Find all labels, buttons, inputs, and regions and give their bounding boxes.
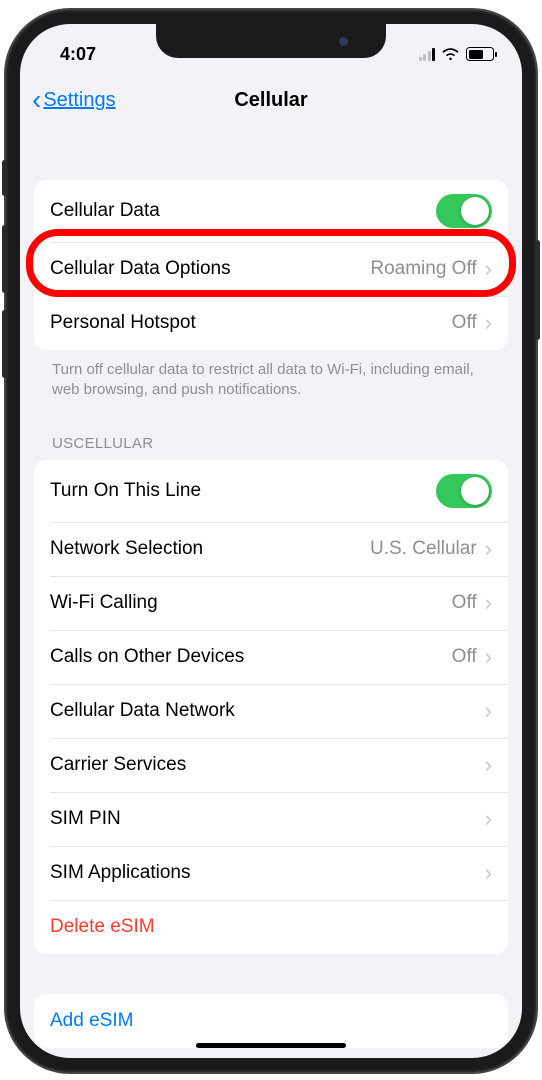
row-label: Cellular Data Options: [50, 258, 370, 280]
back-label: Settings: [43, 89, 115, 112]
row-label: Wi-Fi Calling: [50, 592, 452, 614]
signal-icon: [419, 48, 436, 61]
group-header: USCELLULAR: [34, 405, 508, 460]
chevron-right-icon: ›: [485, 538, 492, 560]
chevron-right-icon: ›: [485, 754, 492, 776]
row-detail: Off: [452, 592, 477, 614]
group-carrier: Turn On This Line Network Selection U.S.…: [34, 460, 508, 954]
row-detail: U.S. Cellular: [370, 538, 477, 560]
chevron-right-icon: ›: [485, 592, 492, 614]
home-indicator[interactable]: [196, 1043, 346, 1048]
chevron-left-icon: ‹: [32, 86, 41, 114]
wifi-icon: [441, 47, 460, 61]
row-label: Personal Hotspot: [50, 312, 452, 334]
group-cellular: Cellular Data Cellular Data Options Roam…: [34, 180, 508, 350]
page-title: Cellular: [234, 89, 307, 112]
row-label: Cellular Data: [50, 200, 436, 222]
row-label: SIM Applications: [50, 862, 485, 884]
status-time: 4:07: [60, 44, 96, 65]
row-add-esim[interactable]: Add eSIM: [34, 994, 508, 1048]
chevron-right-icon: ›: [485, 312, 492, 334]
battery-icon: [466, 47, 494, 61]
row-label: Turn On This Line: [50, 480, 436, 502]
chevron-right-icon: ›: [485, 258, 492, 280]
device-frame: 4:07 ‹ Settings Cellular Cellular Dat: [6, 10, 536, 1072]
row-cellular-data-options[interactable]: Cellular Data Options Roaming Off ›: [34, 242, 508, 296]
row-delete-esim[interactable]: Delete eSIM: [34, 900, 508, 954]
row-label: Carrier Services: [50, 754, 485, 776]
row-label: Cellular Data Network: [50, 700, 485, 722]
chevron-right-icon: ›: [485, 700, 492, 722]
row-personal-hotspot[interactable]: Personal Hotspot Off ›: [34, 296, 508, 350]
row-detail: Off: [452, 646, 477, 668]
row-detail: Roaming Off: [370, 258, 476, 280]
group-footer: Turn off cellular data to restrict all d…: [34, 350, 508, 405]
row-cellular-data[interactable]: Cellular Data: [34, 180, 508, 242]
row-sim-applications[interactable]: SIM Applications ›: [34, 846, 508, 900]
row-label: Calls on Other Devices: [50, 646, 452, 668]
row-network-selection[interactable]: Network Selection U.S. Cellular ›: [34, 522, 508, 576]
row-label: SIM PIN: [50, 808, 485, 830]
screen: 4:07 ‹ Settings Cellular Cellular Dat: [20, 24, 522, 1058]
nav-bar: ‹ Settings Cellular: [20, 74, 522, 126]
row-wifi-calling[interactable]: Wi-Fi Calling Off ›: [34, 576, 508, 630]
chevron-right-icon: ›: [485, 808, 492, 830]
chevron-right-icon: ›: [485, 862, 492, 884]
notch: [156, 24, 386, 58]
toggle-line[interactable]: [436, 474, 492, 508]
row-calls-other-devices[interactable]: Calls on Other Devices Off ›: [34, 630, 508, 684]
row-label: Delete eSIM: [50, 916, 492, 938]
row-cellular-data-network[interactable]: Cellular Data Network ›: [34, 684, 508, 738]
row-turn-on-line[interactable]: Turn On This Line: [34, 460, 508, 522]
row-detail: Off: [452, 312, 477, 334]
chevron-right-icon: ›: [485, 646, 492, 668]
row-label: Add eSIM: [50, 1010, 492, 1032]
group-add-esim: Add eSIM: [34, 994, 508, 1048]
row-carrier-services[interactable]: Carrier Services ›: [34, 738, 508, 792]
row-label: Network Selection: [50, 538, 370, 560]
row-sim-pin[interactable]: SIM PIN ›: [34, 792, 508, 846]
back-button[interactable]: ‹ Settings: [32, 86, 116, 114]
toggle-cellular-data[interactable]: [436, 194, 492, 228]
